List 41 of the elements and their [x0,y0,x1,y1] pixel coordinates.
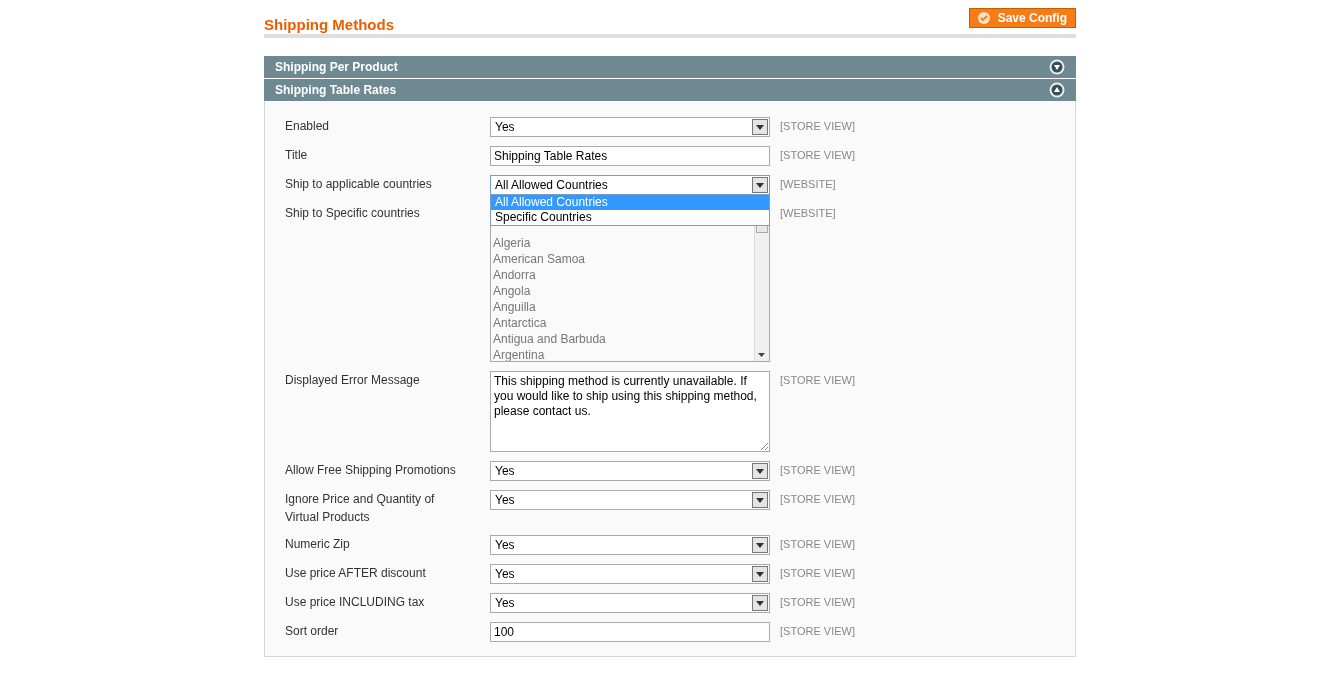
text-field[interactable]: 100 [490,622,770,642]
select-field[interactable]: All Allowed Countries [490,175,770,195]
scope-label: [STORE VIEW] [780,119,855,134]
text-area[interactable]: This shipping method is currently unavailable. If you would like to ship using this shipping method, please contact us. [490,371,770,452]
scope-label: [WEBSITE] [780,206,836,221]
scope-label: [STORE VIEW] [780,624,855,639]
section-header[interactable]: Shipping Table Rates [264,79,1076,101]
expand-icon[interactable] [1049,59,1065,75]
scope-label: [STORE VIEW] [780,148,855,163]
field-label: Title [285,147,309,164]
field-label: Allow Free Shipping Promotions [285,462,457,479]
select-field[interactable]: Yes [490,117,770,137]
field-label: Sort order [285,623,340,640]
field-label: Ship to applicable countries [285,176,433,193]
scope-label: [STORE VIEW] [780,463,855,478]
scope-label: [STORE VIEW] [780,492,855,507]
checkmark-icon [977,12,990,24]
select-field[interactable]: Yes [490,461,770,481]
collapse-icon[interactable] [1049,82,1065,98]
resize-grip-icon[interactable] [760,442,768,450]
text-field[interactable]: Shipping Table Rates [490,146,770,166]
field-label: Ignore Price and Quantity of Virtual Products [285,491,436,526]
select-field[interactable]: Yes [490,593,770,613]
dropdown-option[interactable]: All Allowed Countries [491,195,769,210]
field-label: Ship to Specific countries [285,205,421,222]
field-label: Numeric Zip [285,536,351,553]
scope-label: [WEBSITE] [780,177,836,192]
select-field[interactable]: Yes [490,490,770,510]
field-label: Displayed Error Message [285,372,421,389]
section-header[interactable]: Shipping Per Product [264,56,1076,78]
field-label: Use price AFTER discount [285,565,427,582]
select-field[interactable]: Yes [490,564,770,584]
scope-label: [STORE VIEW] [780,595,855,610]
scope-label: [STORE VIEW] [780,373,855,388]
field-label: Use price INCLUDING tax [285,594,426,611]
field-label: Enabled [285,118,331,135]
scope-label: [STORE VIEW] [780,537,855,552]
scope-label: [STORE VIEW] [780,566,855,581]
save-config-button[interactable]: Save Config [968,8,1076,28]
page-title: Shipping Methods [264,14,394,35]
select-field[interactable]: Yes [490,535,770,555]
